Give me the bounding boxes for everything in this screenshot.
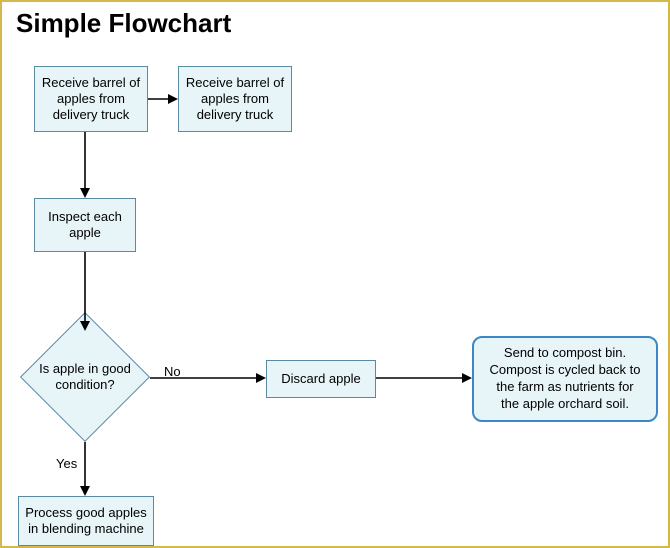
node-decision-good-condition: Is apple in good condition?	[20, 312, 150, 442]
edge-label-yes: Yes	[56, 456, 77, 471]
decision-label: Is apple in good condition?	[20, 312, 150, 442]
edge-label-no: No	[164, 364, 181, 379]
node-receive-barrel-2: Receive barrel of apples from delivery t…	[178, 66, 292, 132]
flowchart-frame: Simple Flowchart Receive barrel of apple…	[0, 0, 670, 548]
callout-compost-note: Send to compost bin. Compost is cycled b…	[472, 336, 658, 422]
page-title: Simple Flowchart	[16, 8, 231, 39]
node-receive-barrel-1: Receive barrel of apples from delivery t…	[34, 66, 148, 132]
node-discard-apple: Discard apple	[266, 360, 376, 398]
node-process-apples: Process good apples in blending machine	[18, 496, 154, 546]
node-inspect-apple: Inspect each apple	[34, 198, 136, 252]
